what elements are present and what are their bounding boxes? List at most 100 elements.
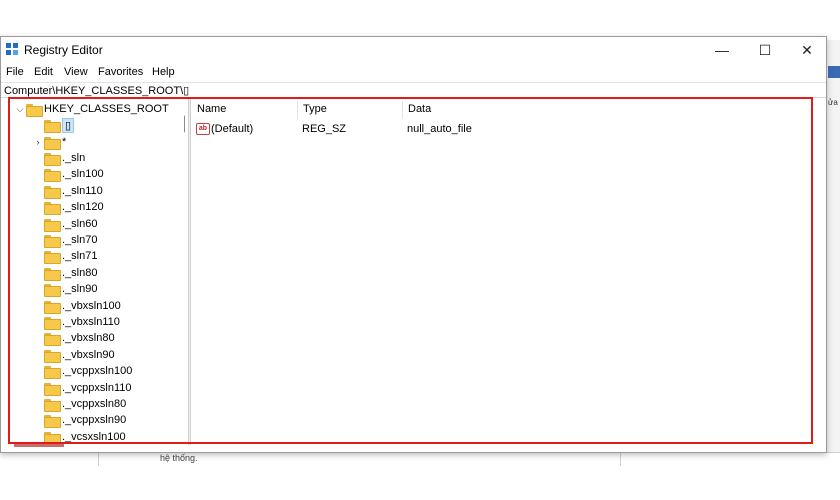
maximize-button[interactable]: ☐ [744, 37, 786, 63]
folder-icon [44, 398, 61, 412]
tree-item-label: ._vbxsln90 [62, 349, 115, 361]
menu-edit[interactable]: Edit [34, 66, 53, 78]
tree-item-label: * [62, 136, 67, 148]
folder-icon [44, 414, 61, 428]
tree-item[interactable]: ._vbxsln80 [32, 330, 115, 346]
folder-icon [44, 250, 61, 264]
registry-editor-icon [6, 43, 19, 56]
tree-vertical-scrollbar[interactable] [183, 99, 185, 439]
menu-view[interactable]: View [64, 66, 88, 78]
tree-item[interactable]: ._sln60 [32, 216, 97, 232]
column-header-type[interactable]: Type [298, 101, 403, 119]
collapse-chevron-icon[interactable]: ⌵ [14, 104, 26, 115]
folder-icon [44, 152, 61, 166]
background-window-right: ửa [826, 40, 840, 500]
address-bar[interactable]: Computer\HKEY_CLASSES_ROOT\▯ [1, 82, 826, 98]
value-type: REG_SZ [302, 123, 347, 135]
folder-icon [44, 316, 61, 330]
tree-item[interactable]: ._vbxsln110 [32, 314, 120, 330]
window-title: Registry Editor [24, 43, 103, 57]
tree-item-root[interactable]: ⌵ HKEY_CLASSES_ROOT [14, 101, 169, 117]
scrollbar-thumb[interactable] [184, 115, 185, 133]
folder-icon [44, 300, 61, 314]
folder-icon [44, 431, 61, 445]
tree-item[interactable]: ._vcppxsln80 [32, 396, 126, 412]
tree-item[interactable]: › * [32, 134, 66, 150]
tree-item[interactable]: ▯ [32, 117, 75, 133]
tree-item-label: ._sln60 [62, 218, 98, 230]
menu-favorites[interactable]: Favorites [98, 66, 143, 78]
folder-icon [44, 365, 61, 379]
tree-item[interactable]: ._sln120 [32, 199, 104, 215]
tree-item-label: ._vbxsln100 [62, 300, 121, 312]
value-name: (Default) [211, 123, 254, 135]
column-header-data[interactable]: Data [403, 101, 603, 119]
tree-item-label: ._vbxsln80 [62, 332, 115, 344]
folder-icon [26, 103, 43, 117]
folder-icon [44, 332, 61, 346]
background-column-line [620, 452, 621, 466]
value-data: null_auto_file [407, 123, 472, 135]
tree-item[interactable]: ._sln100 [32, 166, 104, 182]
tree-item[interactable]: ._sln71 [32, 248, 97, 264]
tree-horizontal-scrollbar[interactable] [14, 444, 64, 447]
folder-icon [44, 349, 61, 363]
tree-item-label: ._vcppxsln100 [62, 365, 133, 377]
background-window-top [0, 0, 840, 40]
tree-item[interactable]: ._vcppxsln100 [32, 363, 132, 379]
address-path[interactable]: Computer\HKEY_CLASSES_ROOT\▯ [4, 84, 189, 97]
tree-item-label: ._vcsxsln100 [62, 431, 126, 443]
tree-item-label: ._sln100 [62, 168, 104, 180]
tree-item-label: ._vcppxsln110 [62, 382, 132, 394]
background-app-icon [828, 66, 840, 78]
tree-item-label: ._sln80 [62, 267, 98, 279]
tree-item[interactable]: ._sln90 [32, 281, 97, 297]
tree-item-label: ._sln70 [62, 234, 98, 246]
key-tree[interactable]: ⌵ HKEY_CLASSES_ROOT ▯ › * ._sln ._sln100… [10, 99, 185, 445]
tree-item-label: ▯ [62, 117, 75, 133]
tree-item-label: ._vcppxsln80 [62, 398, 127, 410]
tree-item-label: HKEY_CLASSES_ROOT [44, 103, 169, 115]
tree-item[interactable]: ._sln80 [32, 265, 97, 281]
background-side-text: ửa [828, 98, 838, 107]
folder-icon [44, 283, 61, 297]
folder-icon [44, 218, 61, 232]
string-value-icon: ab [196, 123, 210, 135]
folder-icon [44, 267, 61, 281]
tree-item-label: ._sln120 [62, 201, 104, 213]
tree-item-label: ._vbxsln110 [62, 316, 120, 328]
tree-item-label: ._sln [62, 152, 86, 164]
folder-icon [44, 201, 61, 215]
close-button[interactable]: ✕ [786, 37, 828, 63]
tree-item-label: ._sln110 [62, 185, 103, 197]
tree-item-label: ._vcppxsln90 [62, 414, 127, 426]
title-bar[interactable]: Registry Editor — ☐ ✕ [1, 37, 826, 63]
background-column-line [98, 452, 99, 466]
background-status-text: hệ thống. [160, 453, 198, 463]
tree-item-label: ._sln90 [62, 283, 98, 295]
background-window-bottom: hệ thống. [0, 452, 840, 500]
expand-chevron-icon[interactable]: › [32, 137, 44, 147]
tree-item[interactable]: ._sln [32, 150, 85, 166]
tree-item[interactable]: ._vcppxsln110 [32, 380, 132, 396]
values-list[interactable]: Name Type Data ab (Default) REG_SZ null_… [192, 99, 814, 445]
menu-help[interactable]: Help [152, 66, 175, 78]
tree-item[interactable]: ._vbxsln100 [32, 298, 121, 314]
folder-icon [44, 234, 61, 248]
tree-item-label: ._sln71 [62, 250, 98, 262]
folder-icon [44, 382, 61, 396]
tree-item[interactable]: ._vcppxsln90 [32, 412, 126, 428]
folder-icon [44, 168, 61, 182]
tree-item[interactable]: ._sln70 [32, 232, 97, 248]
minimize-button[interactable]: — [701, 37, 743, 63]
column-header-name[interactable]: Name [192, 101, 298, 119]
folder-icon [44, 185, 61, 199]
menu-file[interactable]: File [6, 66, 24, 78]
folder-icon [44, 119, 61, 133]
tree-item[interactable]: ._vcsxsln100 [32, 429, 126, 445]
tree-item[interactable]: ._sln110 [32, 183, 103, 199]
folder-icon [44, 136, 61, 150]
pane-splitter[interactable] [188, 99, 191, 445]
registry-editor-window: Registry Editor — ☐ ✕ File Edit View Fav… [0, 36, 827, 453]
tree-item[interactable]: ._vbxsln90 [32, 347, 115, 363]
